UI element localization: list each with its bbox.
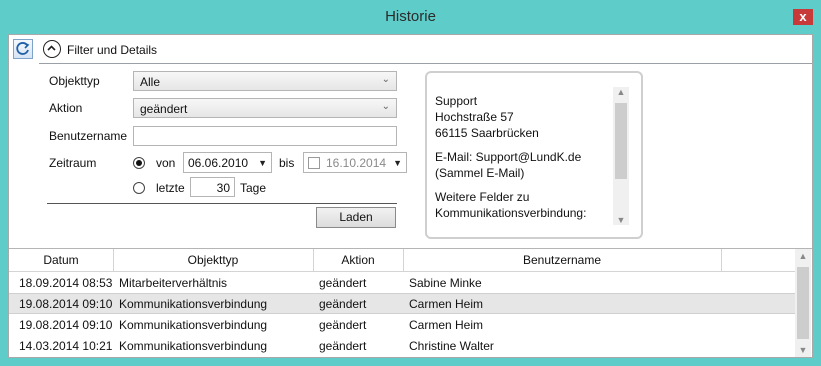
details-line: Support	[435, 94, 478, 108]
cell-objekttyp: Kommunikationsverbindung	[119, 297, 268, 311]
table-row[interactable]: 18.09.2014 08:53 Mitarbeiterverhältnis g…	[9, 272, 795, 293]
cell-datum: 19.08.2014 09:10	[19, 318, 113, 332]
chevron-up-icon	[47, 45, 56, 51]
cell-benutzername: Christine Walter	[409, 339, 494, 353]
table-header: Datum Objekttyp Aktion Benutzername	[9, 249, 795, 272]
table-row-selected[interactable]: 19.08.2014 09:10 Kommunikationsverbindun…	[9, 293, 795, 314]
bis-date-value: 16.10.2014	[326, 156, 387, 170]
cell-datum: 19.08.2014 09:10	[19, 297, 113, 311]
cell-objekttyp: Mitarbeiterverhältnis	[119, 276, 228, 290]
scroll-up-icon[interactable]: ▲	[795, 251, 811, 261]
cell-benutzername: Sabine Minke	[409, 276, 482, 290]
history-table: Datum Objekttyp Aktion Benutzername 18.0…	[9, 248, 812, 358]
letzte-label: letzte	[156, 181, 185, 195]
cell-datum: 18.09.2014 08:53	[19, 276, 113, 290]
von-radio[interactable]	[133, 157, 145, 169]
table-row[interactable]: 14.03.2014 10:21 Kommunikationsverbindun…	[9, 335, 795, 356]
details-line: Weitere Felder zu	[435, 190, 530, 204]
cell-aktion: geändert	[319, 276, 367, 290]
scroll-down-icon[interactable]: ▼	[795, 345, 811, 355]
expander-label: Filter und Details	[67, 43, 158, 57]
history-window: Historie x Filter und Details Objekttyp …	[0, 0, 821, 366]
aktion-label: Aktion	[49, 101, 83, 115]
column-header-objekttyp[interactable]: Objekttyp	[113, 253, 313, 267]
letzte-radio[interactable]	[133, 182, 145, 194]
zeitraum-label: Zeitraum	[49, 156, 97, 170]
details-line: Hochstraße 57	[435, 110, 514, 124]
cell-objekttyp: Kommunikationsverbindung	[119, 339, 268, 353]
bis-checkbox[interactable]	[308, 157, 320, 169]
cell-benutzername: Carmen Heim	[409, 297, 484, 311]
details-line: (Sammel E-Mail)	[435, 166, 525, 180]
column-header-datum[interactable]: Datum	[9, 253, 113, 267]
dropdown-arrow-icon: ▼	[393, 158, 402, 168]
bis-label: bis	[279, 156, 295, 170]
column-separator[interactable]	[721, 249, 722, 271]
table-scrollbar[interactable]: ▲ ▼	[795, 249, 811, 357]
cell-aktion: geändert	[319, 339, 367, 353]
window-title: Historie	[385, 8, 436, 25]
aktion-value: geändert	[140, 102, 188, 116]
divider	[47, 203, 397, 204]
objekttyp-select[interactable]: Alle ⌄	[133, 71, 397, 91]
chevron-down-icon: ⌄	[381, 101, 390, 112]
benutzername-label: Benutzername	[49, 129, 128, 143]
refresh-button[interactable]	[13, 39, 33, 59]
client-area: Filter und Details Objekttyp Alle ⌄ Akti…	[8, 34, 813, 358]
scroll-down-icon[interactable]: ▼	[613, 215, 629, 225]
tage-label: Tage	[240, 181, 267, 195]
chevron-down-icon: ⌄	[381, 74, 390, 85]
details-scrollbar[interactable]: ▲ ▼	[613, 87, 629, 225]
benutzername-input[interactable]	[133, 126, 397, 146]
close-button[interactable]: x	[793, 9, 813, 25]
refresh-icon	[16, 42, 30, 55]
expander-toggle-button[interactable]	[43, 40, 61, 58]
details-line: E-Mail: Support@LundK.de	[435, 150, 582, 164]
scroll-thumb[interactable]	[615, 103, 627, 179]
von-date-picker[interactable]: 06.06.2010 ▼	[183, 152, 272, 173]
scroll-thumb[interactable]	[797, 267, 809, 339]
objekttyp-label: Objekttyp	[49, 74, 100, 88]
column-header-aktion[interactable]: Aktion	[313, 253, 403, 267]
cell-aktion: geändert	[319, 318, 367, 332]
cell-benutzername: Carmen Heim	[409, 318, 484, 332]
details-line: 66115 Saarbrücken	[435, 126, 539, 140]
objekttyp-value: Alle	[140, 75, 161, 89]
divider	[39, 63, 812, 64]
cell-datum: 14.03.2014 10:21	[19, 339, 113, 353]
column-header-benutzername[interactable]: Benutzername	[403, 253, 721, 267]
scroll-up-icon[interactable]: ▲	[613, 87, 629, 97]
details-text: Support Hochstraße 57 66115 Saarbrücken …	[435, 93, 586, 221]
von-label: von	[156, 156, 176, 170]
laden-button[interactable]: Laden	[316, 207, 396, 228]
title-bar[interactable]: Historie x	[0, 0, 821, 34]
cell-aktion: geändert	[319, 297, 367, 311]
cell-objekttyp: Kommunikationsverbindung	[119, 318, 268, 332]
details-panel: Support Hochstraße 57 66115 Saarbrücken …	[425, 71, 643, 239]
letzte-days-input[interactable]: 30	[190, 177, 235, 197]
dropdown-arrow-icon: ▼	[258, 158, 267, 168]
bis-date-picker[interactable]: 16.10.2014 ▼	[303, 152, 407, 173]
details-line: Kommunikationsverbindung:	[435, 206, 587, 220]
table-row[interactable]: 19.08.2014 09:10 Kommunikationsverbindun…	[9, 314, 795, 335]
von-date-value: 06.06.2010	[188, 156, 249, 170]
aktion-select[interactable]: geändert ⌄	[133, 98, 397, 118]
